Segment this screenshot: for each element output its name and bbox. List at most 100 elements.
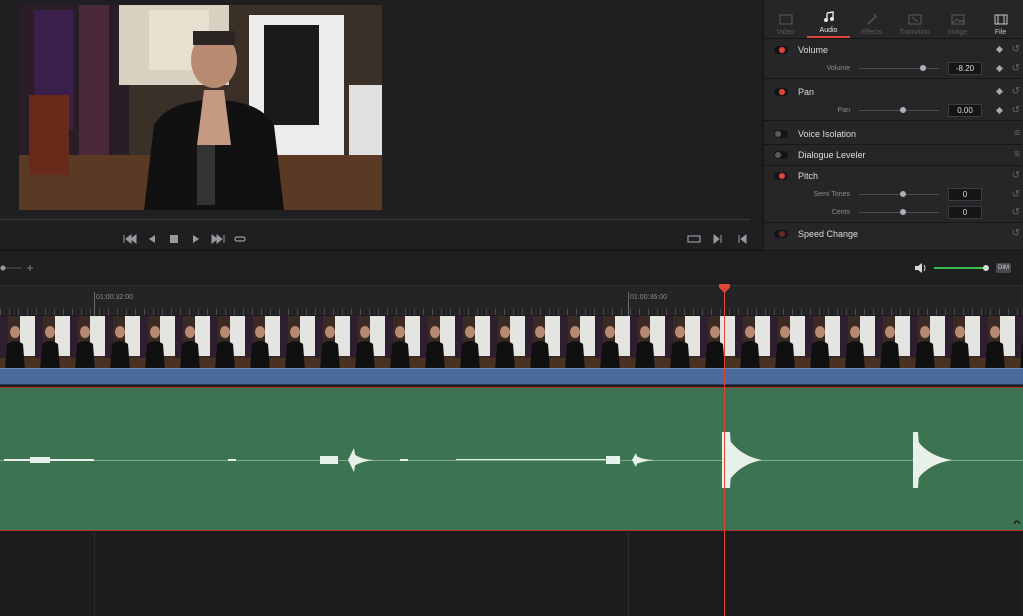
timeline-toolbar: DIM: [0, 250, 1023, 285]
volume-header[interactable]: Volume ↺: [764, 40, 1022, 60]
tab-effects[interactable]: Effects: [850, 0, 893, 38]
volume-section: Volume ↺ Volume -8.20 ↺: [764, 40, 1022, 79]
section-title: Dialogue Leveler: [798, 150, 866, 160]
slider-knob[interactable]: [900, 191, 906, 197]
video-thumbnail: [910, 316, 945, 370]
video-thumbnail: [735, 316, 770, 370]
go-to-end-button[interactable]: [208, 230, 228, 248]
playhead-line[interactable]: [724, 290, 725, 616]
audio-clip[interactable]: [0, 387, 1023, 531]
tab-file[interactable]: File: [979, 0, 1022, 38]
slider-knob[interactable]: [900, 107, 906, 113]
semitones-value-field[interactable]: 0: [948, 188, 982, 201]
param-label: Semi Tones: [813, 191, 850, 198]
next-marker-icon: [713, 234, 722, 244]
slider-knob[interactable]: [900, 209, 906, 215]
grid-line: [94, 532, 95, 616]
video-thumbnail: [70, 316, 105, 370]
cents-param-row: Cents 0 ↺: [764, 204, 1022, 222]
video-thumbnail: [1015, 316, 1023, 370]
pan-toggle[interactable]: [774, 88, 788, 96]
tab-label: Video: [776, 29, 795, 36]
video-thumbnail: [490, 316, 525, 370]
reset-icon[interactable]: ↺: [1012, 44, 1020, 55]
dialogue-leveler-toggle[interactable]: [774, 151, 788, 159]
menu-icon[interactable]: ≡: [1014, 128, 1020, 139]
keyframe-icon[interactable]: [995, 45, 1004, 54]
go-to-start-button[interactable]: [120, 230, 140, 248]
keyframe-icon[interactable]: [995, 64, 1004, 73]
reset-icon[interactable]: ↺: [1012, 170, 1020, 181]
reset-icon[interactable]: ↺: [1012, 86, 1020, 97]
tab-video[interactable]: Video: [764, 0, 807, 38]
zoom-slider[interactable]: [0, 263, 40, 273]
video-preview-image: [19, 5, 382, 210]
loop-button[interactable]: [230, 230, 250, 248]
cents-value-field[interactable]: 0: [948, 206, 982, 219]
section-title: Volume: [798, 45, 829, 55]
fade-handle-icon[interactable]: [1013, 518, 1021, 526]
volume-slider[interactable]: [859, 65, 939, 71]
tab-transition[interactable]: Transition: [893, 0, 936, 38]
play-button[interactable]: [186, 230, 206, 248]
speed-change-header[interactable]: Speed Change ↺: [764, 224, 1022, 244]
keyframe-icon[interactable]: [995, 106, 1004, 115]
empty-track-area[interactable]: [0, 532, 1023, 616]
speaker-icon[interactable]: [914, 262, 928, 274]
dialogue-leveler-header[interactable]: Dialogue Leveler ≡: [764, 145, 1022, 165]
pan-slider[interactable]: [859, 107, 939, 113]
image-icon: [951, 14, 964, 25]
speed-change-toggle[interactable]: [774, 230, 788, 238]
video-clip-thumbnails[interactable]: [0, 316, 1023, 370]
keyframe-icon[interactable]: [995, 87, 1004, 96]
prev-clip-button[interactable]: [732, 230, 752, 248]
slider-knob[interactable]: [920, 65, 926, 71]
video-preview[interactable]: [19, 5, 382, 210]
stop-icon: [170, 235, 178, 243]
reset-icon[interactable]: ↺: [1012, 63, 1020, 74]
match-frame-button[interactable]: [684, 230, 704, 248]
video-thumbnail: [105, 316, 140, 370]
tab-audio[interactable]: Audio: [807, 0, 850, 38]
prev-marker-icon: [738, 234, 747, 244]
pitch-header[interactable]: Pitch ↺: [764, 166, 1022, 186]
play-reverse-button[interactable]: [142, 230, 162, 248]
voice-isolation-toggle[interactable]: [774, 130, 788, 138]
dim-button[interactable]: DIM: [996, 263, 1011, 273]
param-label: Cents: [831, 209, 850, 216]
cents-slider[interactable]: [859, 209, 939, 215]
reset-icon[interactable]: ↺: [1012, 228, 1020, 239]
master-volume-slider[interactable]: [934, 263, 992, 273]
loop-icon: [234, 236, 246, 242]
volume-toggle[interactable]: [774, 46, 788, 54]
play-reverse-icon: [149, 235, 155, 243]
stop-button[interactable]: [164, 230, 184, 248]
video-thumbnail: [315, 316, 350, 370]
tab-label: File: [994, 29, 1007, 36]
pan-header[interactable]: Pan ↺: [764, 82, 1022, 102]
reset-icon[interactable]: ↺: [1012, 189, 1020, 200]
pan-value-field[interactable]: 0.00: [948, 104, 982, 117]
voice-isolation-header[interactable]: Voice Isolation ≡: [764, 124, 1022, 144]
next-clip-button[interactable]: [708, 230, 728, 248]
music-note-icon: [823, 11, 834, 22]
inspector-panel: Video Audio Effects Transition Image Fil…: [763, 0, 1023, 250]
dialogue-leveler-section: Dialogue Leveler ≡: [764, 145, 1022, 166]
video-thumbnail: [350, 316, 385, 370]
tab-image[interactable]: Image: [936, 0, 979, 38]
volume-value-field[interactable]: -8.20: [948, 62, 982, 75]
timeline-ruler[interactable]: 01:00:32:00 01:00:36:00: [0, 285, 1023, 316]
menu-icon[interactable]: ≡: [1014, 149, 1020, 160]
reset-icon[interactable]: ↺: [1012, 105, 1020, 116]
video-thumbnail: [700, 316, 735, 370]
video-clip-bar[interactable]: [0, 368, 1023, 385]
pitch-toggle[interactable]: [774, 172, 788, 180]
scrub-bar[interactable]: [0, 219, 750, 220]
semitones-slider[interactable]: [859, 191, 939, 197]
pan-section: Pan ↺ Pan 0.00 ↺: [764, 82, 1022, 121]
davinci-resolve-window: Video Audio Effects Transition Image Fil…: [0, 0, 1023, 616]
inspector-tabs: Video Audio Effects Transition Image Fil…: [764, 0, 1023, 39]
reset-icon[interactable]: ↺: [1012, 207, 1020, 218]
video-thumbnail: [455, 316, 490, 370]
skip-forward-icon: [211, 234, 225, 244]
